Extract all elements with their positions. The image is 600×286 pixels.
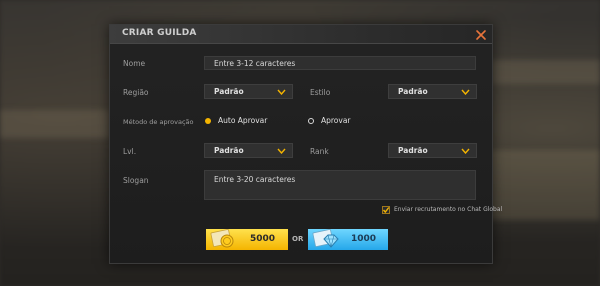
rank-select[interactable]: Padrão [388, 143, 477, 158]
rank-value: Padrão [398, 146, 428, 155]
region-select[interactable]: Padrão [204, 84, 293, 99]
dialog-header: CRIAR GUILDA [110, 25, 492, 44]
gold-price: 5000 [250, 234, 276, 244]
chevron-down-icon [277, 89, 286, 95]
approval-option-manual[interactable]: Aprovar [308, 116, 368, 126]
region-value: Padrão [214, 87, 244, 96]
region-label: Região [123, 88, 149, 97]
slogan-input[interactable]: Entre 3-20 caracteres [204, 170, 476, 200]
approval-option-auto[interactable]: Auto Aprovar [205, 116, 275, 126]
approval-method-label: Método de aprovação [123, 118, 194, 126]
background-blur-element [0, 110, 110, 138]
approval-option-label: Auto Aprovar [218, 116, 268, 125]
style-label: Estilo [310, 88, 331, 97]
or-separator: OR [292, 235, 304, 243]
close-button[interactable] [474, 27, 488, 41]
chevron-down-icon [461, 89, 470, 95]
style-select[interactable]: Padrão [388, 84, 477, 99]
rank-label: Rank [310, 147, 329, 156]
recruit-checkbox-label: Enviar recrutamento no Chat Global [394, 206, 503, 213]
gold-coin-icon [210, 229, 234, 248]
level-select[interactable]: Padrão [204, 143, 293, 158]
guild-name-placeholder: Entre 3-12 caracteres [214, 59, 296, 68]
chevron-down-icon [461, 148, 470, 154]
style-value: Padrão [398, 87, 428, 96]
pay-gold-button[interactable]: 5000 [206, 229, 288, 250]
close-icon [476, 30, 486, 40]
guild-name-input[interactable]: Entre 3-12 caracteres [204, 56, 476, 70]
background-blur-element [490, 60, 600, 84]
diamond-icon [312, 229, 339, 248]
diamond-price: 1000 [351, 234, 377, 244]
approval-option-label: Aprovar [321, 116, 351, 125]
create-guild-dialog: CRIAR GUILDA Nome Entre 3-12 caracteres … [109, 24, 502, 264]
name-label: Nome [123, 59, 146, 68]
checkmark-icon [382, 207, 390, 214]
slogan-placeholder: Entre 3-20 caracteres [214, 175, 296, 184]
dialog-title: CRIAR GUILDA [122, 28, 197, 38]
level-value: Padrão [214, 146, 244, 155]
slogan-label: Slogan [123, 176, 149, 185]
pay-diamond-button[interactable]: 1000 [308, 229, 388, 250]
radio-unselected-dot [308, 118, 314, 124]
radio-selected-dot [205, 118, 211, 124]
recruit-checkbox[interactable] [382, 206, 390, 214]
chevron-down-icon [277, 148, 286, 154]
level-label: Lvl. [123, 147, 137, 156]
